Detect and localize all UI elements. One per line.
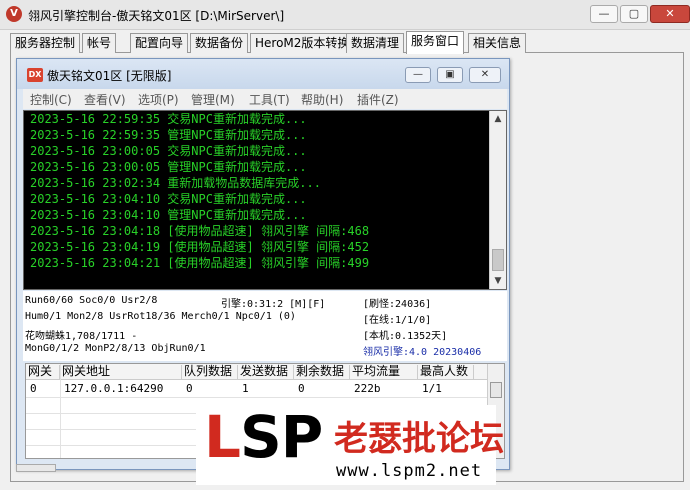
cell-queue-data: 0 [186,382,193,395]
stat-local-days: [本机:0.1352天] [363,331,448,342]
child-window-title-bar[interactable]: DX 傲天铭文01区 [无限版] — ▣ ✕ [17,59,509,89]
row-divider [26,397,488,398]
gateway-scroll-thumb[interactable] [490,382,502,398]
menu-control[interactable]: 控制(C) [30,91,72,108]
cell-gateway: 0 [30,382,37,395]
log-line: 2023-5-16 22:59:35 管理NPC重新加载完成... [30,128,307,142]
watermark-url: www.lspm2.net [336,461,483,481]
col-avg-traffic[interactable]: 平均流量 [350,365,418,380]
watermark-letter-s: S [239,403,282,471]
stat-online: [在线:1/1/0] [363,315,432,326]
cell-gateway-address: 127.0.0.1:64290 [64,382,164,395]
log-line: 2023-5-16 23:04:21 [使用物品超速] 翎风引擎 间隔:499 [30,256,370,270]
cell-sent-data: 1 [242,382,249,395]
cell-remaining-data: 0 [298,382,305,395]
menu-bar: 控制(C) 查看(V) 选项(P) 管理(M) 工具(T) 帮助(H) 插件(Z… [23,89,507,109]
stat-mon-gen: MonG0/1/2 MonP2/8/13 ObjRun0/1 [25,343,206,354]
log-lines: 2023-5-16 22:59:35 交易NPC重新加载完成... 2023-5… [30,111,490,271]
log-line: 2023-5-16 23:04:10 管理NPC重新加载完成... [30,208,307,222]
tab-herom2-convert[interactable]: HeroM2版本转换 [250,33,355,53]
window-title-bar[interactable]: V 翎风引擎控制台-傲天铭文01区 [D:\MirServer\] — ▢ ✕ [0,0,690,30]
col-queue-data[interactable]: 队列数据 [182,365,238,380]
col-sent-data[interactable]: 发送数据 [238,365,294,380]
log-line: 2023-5-16 23:00:05 管理NPC重新加载完成... [30,160,307,174]
menu-view[interactable]: 查看(V) [84,91,126,108]
watermark-letter-l: L [204,403,241,471]
tab-data-backup[interactable]: 数据备份 [190,33,249,53]
stat-hum: Hum0/1 Mon2/8 UsrRot18/36 Merch0/1 Npc0/… [25,311,296,322]
cell-avg-traffic: 222b [354,382,381,395]
log-console[interactable]: 2023-5-16 22:59:35 交易NPC重新加载完成... 2023-5… [23,110,507,290]
tab-account[interactable]: 帐号 [82,33,117,53]
scroll-down-arrow-icon[interactable]: ▼ [490,273,506,289]
tab-bar: 服务器控制 帐号 配置向导 数据备份 HeroM2版本转换 数据清理 服务窗口 … [10,31,690,54]
log-line: 2023-5-16 23:04:10 交易NPC重新加载完成... [30,192,307,206]
child-window-title: 傲天铭文01区 [无限版] [47,69,172,83]
engine-version: 翎风引擎:4.0 20230406 [363,347,482,358]
menu-help[interactable]: 帮助(H) [301,91,343,108]
log-line: 2023-5-16 23:00:05 交易NPC重新加载完成... [30,144,307,158]
tab-related-info[interactable]: 相关信息 [468,33,527,53]
menu-options[interactable]: 选项(P) [138,91,179,108]
status-stub [16,464,56,472]
log-line: 2023-5-16 23:04:19 [使用物品超速] 翎风引擎 间隔:452 [30,240,370,254]
tab-config-wizard[interactable]: 配置向导 [130,33,189,53]
col-gateway-address[interactable]: 网关地址 [60,365,182,380]
maximize-button[interactable]: ▢ [620,5,648,23]
stat-engine-uptime: 引擎:0:31:2 [M][F] [221,299,326,310]
stat-monster-refresh: [刷怪:24036] [363,299,432,310]
watermark-letter-p: P [280,403,324,471]
close-button[interactable]: ✕ [650,5,690,23]
menu-tools[interactable]: 工具(T) [249,91,290,108]
table-row[interactable]: 0 127.0.0.1:64290 0 1 0 222b 1/1 [26,381,488,397]
watermark-logo: LSP [204,407,323,467]
tab-data-cleanup[interactable]: 数据清理 [346,33,405,53]
col-remaining-data[interactable]: 剩余数据 [294,365,350,380]
stat-run: Run60/60 Soc0/0 Usr2/8 [25,295,158,306]
log-line: 2023-5-16 22:59:35 交易NPC重新加载完成... [30,112,307,126]
menu-manage[interactable]: 管理(M) [191,91,235,108]
stat-monster-count: 花吻蝴蛛1,708/1711 - [25,331,138,342]
col-gateway[interactable]: 网关 [26,365,60,380]
watermark-forum-name: 老瑟批论坛 [334,419,504,459]
child-close-button[interactable]: ✕ [469,67,501,83]
stats-panel: Run60/60 Soc0/0 Usr2/8 引擎:0:31:2 [M][F] … [23,291,507,361]
app-logo-icon: V [6,6,22,22]
col-max-users[interactable]: 最高人数 [418,365,474,380]
log-scrollbar[interactable]: ▲ ▼ [489,111,506,289]
window-title: 翎风引擎控制台-傲天铭文01区 [D:\MirServer\] [28,9,285,23]
child-minimize-button[interactable]: — [405,67,431,83]
log-line: 2023-5-16 23:04:18 [使用物品超速] 翎风引擎 间隔:468 [30,224,370,238]
watermark: LSP 老瑟批论坛 www.lspm2.net [196,405,504,485]
minimize-button[interactable]: — [590,5,618,23]
scroll-up-arrow-icon[interactable]: ▲ [490,111,506,127]
log-scroll-thumb[interactable] [492,249,504,271]
cell-max-users: 1/1 [422,382,442,395]
tab-service-window[interactable]: 服务窗口 [406,31,465,54]
menu-plugins[interactable]: 插件(Z) [357,91,399,108]
dx-logo-icon: DX [27,68,43,82]
child-maximize-button[interactable]: ▣ [437,67,463,83]
gateway-table-header: 网关 网关地址 队列数据 发送数据 剩余数据 平均流量 最高人数 [26,364,488,380]
log-line: 2023-5-16 23:02:34 重新加载物品数据库完成... [30,176,321,190]
col-divider [60,364,61,458]
tab-server-control[interactable]: 服务器控制 [10,33,81,53]
